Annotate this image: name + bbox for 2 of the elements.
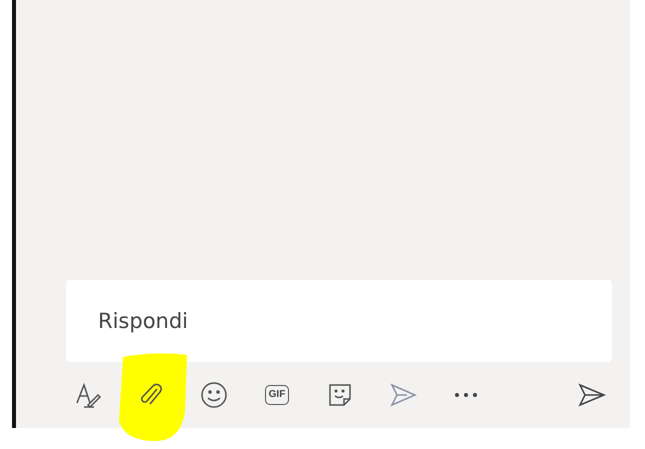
reply-field[interactable]: Rispondi — [66, 280, 612, 362]
gif-button[interactable]: GIF — [259, 377, 295, 413]
